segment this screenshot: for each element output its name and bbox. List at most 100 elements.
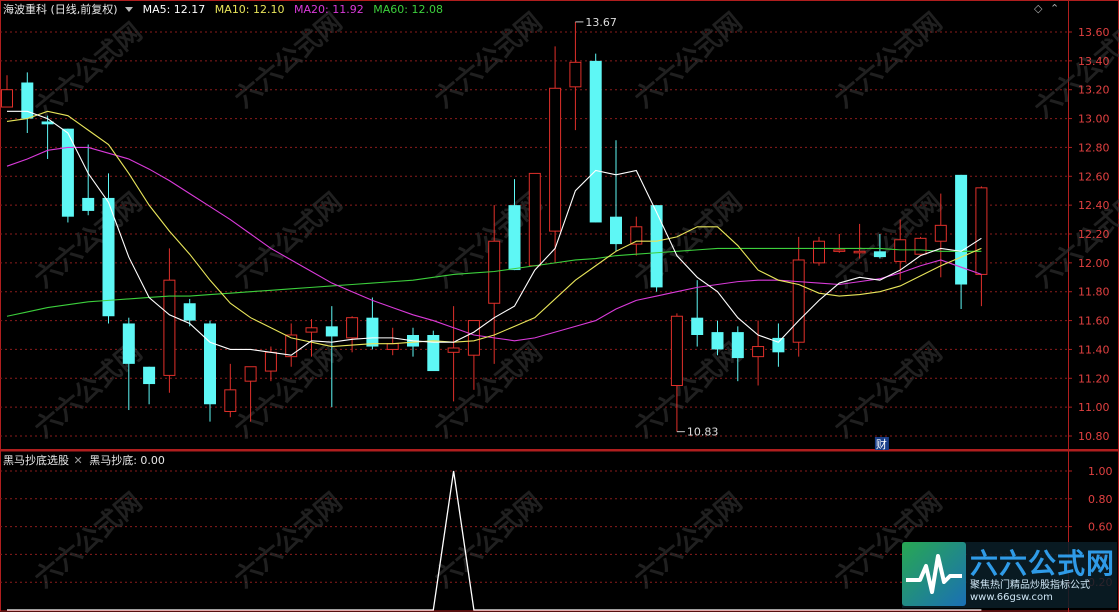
candle-body	[346, 317, 359, 339]
indicator-tick-label: 1.00	[1088, 465, 1113, 478]
price-tick-label: 11.80	[1078, 286, 1110, 299]
price-tick-label: 11.40	[1078, 343, 1110, 356]
watermark-text: 六六公式网	[29, 17, 148, 124]
candle-body	[305, 327, 318, 333]
indicator-name[interactable]: 黑马抄底选股	[3, 454, 69, 467]
watermark-text: 六六公式网	[229, 487, 348, 594]
candle	[1, 75, 13, 108]
candle	[346, 316, 359, 353]
candle-body	[731, 332, 744, 359]
price-tick-label: 12.60	[1078, 170, 1110, 183]
candle-body	[691, 317, 704, 335]
price-tick-label: 10.80	[1078, 430, 1110, 443]
candle-body	[467, 320, 480, 356]
candle-body	[528, 172, 541, 267]
close-icon[interactable]: ✕	[74, 454, 83, 467]
price-tick-label: 13.60	[1078, 26, 1110, 39]
candle	[792, 236, 805, 357]
ma60-label: MA60: 12.08	[373, 3, 443, 16]
candle-body	[894, 239, 907, 262]
candle-body	[772, 337, 785, 353]
ma5-label: MA5: 12.17	[142, 3, 206, 16]
candle-body	[975, 187, 988, 275]
price-tick-label: 12.20	[1078, 228, 1110, 241]
candle-body	[1, 89, 13, 108]
candle-body	[833, 249, 846, 252]
candle-body	[955, 174, 968, 285]
candle-body	[122, 323, 135, 364]
candle-body	[508, 205, 521, 271]
diamond-icon[interactable]: ◇	[1034, 2, 1042, 15]
candle	[447, 306, 460, 402]
price-tick-label: 13.20	[1078, 84, 1110, 97]
watermark-text: 六六公式网	[829, 337, 948, 444]
candle-body	[549, 87, 562, 232]
candle	[752, 320, 765, 386]
watermark-text: 六六公式网	[629, 187, 748, 294]
price-tick-label: 12.00	[1078, 257, 1110, 270]
candle-body	[102, 197, 115, 317]
candle-body	[163, 279, 176, 376]
price-tick-label: 12.80	[1078, 141, 1110, 154]
price-tick-label: 12.40	[1078, 199, 1110, 212]
candle-body	[386, 343, 399, 350]
candle-body	[143, 366, 156, 385]
candle-body	[711, 332, 724, 350]
candle-body	[853, 250, 866, 254]
candle-body	[873, 251, 886, 258]
stock-header: 海波重科 (日线,前复权) MA5: 12.17 MA10: 12.10 MA2…	[3, 3, 443, 17]
watermark-text: 六六公式网	[429, 337, 548, 444]
candle-body	[244, 366, 257, 382]
indicator-header: 黑马抄底选股 ✕ 黑马抄底: 0.00	[3, 454, 165, 468]
candle	[204, 320, 216, 422]
menu-dropdown-icon[interactable]	[125, 7, 134, 12]
candle	[366, 297, 379, 350]
candle	[630, 216, 643, 256]
stock-chart[interactable]: 六六公式网 六六公式网 六六公式网 六六公式网 六六公式网 六六公式网六六公式网 六六公式网…	[0, 0, 1119, 612]
candle-body	[204, 323, 216, 405]
candle	[589, 53, 602, 223]
price-tick-label: 13.00	[1078, 113, 1110, 126]
brand-slogan: 聚焦热门精品炒股指标公式	[970, 580, 1090, 591]
candle-body	[670, 315, 683, 386]
price-tick-label: 11.60	[1078, 315, 1110, 328]
candle	[549, 46, 562, 263]
price-tick-label: 13.40	[1078, 55, 1110, 68]
watermark-layer: 六六公式网 六六公式网 六六公式网 六六公式网 六六公式网 六六公式网六六公式网 六六公式网…	[29, 7, 1119, 594]
candle-body	[82, 197, 95, 211]
candle-body	[589, 60, 602, 223]
brand-url: www.66gsw.com	[970, 592, 1053, 603]
candle-body	[325, 326, 338, 337]
candle	[975, 186, 988, 307]
price-axis: 13.60 13.40 13.20 13.00 12.80 12.60 12.40 12.20…	[1068, 26, 1113, 589]
candle	[691, 280, 704, 347]
candle	[21, 72, 34, 133]
candle-body	[650, 205, 663, 288]
high-price-label: 13.67	[585, 16, 617, 29]
watermark-text: 六六公式网	[829, 187, 948, 294]
candle	[610, 140, 622, 252]
low-price-label: 10.83	[687, 426, 719, 439]
candle-body	[914, 237, 927, 255]
chevron-up-icon[interactable]: ⌃	[1050, 2, 1059, 15]
financial-report-badge-label: 财	[876, 437, 887, 451]
candle-body	[569, 61, 582, 88]
indicator-tick-label: 0.80	[1088, 493, 1113, 506]
candle-body	[264, 351, 277, 372]
watermark-text: 六六公式网	[29, 487, 148, 594]
candle-body	[366, 317, 379, 347]
candle	[569, 21, 582, 131]
candle	[163, 248, 176, 393]
stock-title[interactable]: 海波重科 (日线,前复权)	[3, 3, 118, 16]
candle	[285, 323, 298, 367]
candle	[224, 363, 237, 418]
candle	[143, 366, 156, 405]
candle-body	[447, 347, 460, 353]
candle	[650, 205, 663, 292]
candle	[122, 317, 135, 411]
candle	[61, 128, 74, 223]
ma10-label: MA10: 12.10	[214, 3, 285, 16]
candle	[833, 234, 846, 253]
candle	[813, 236, 825, 266]
indicator-value: 黑马抄底: 0.00	[89, 454, 165, 467]
